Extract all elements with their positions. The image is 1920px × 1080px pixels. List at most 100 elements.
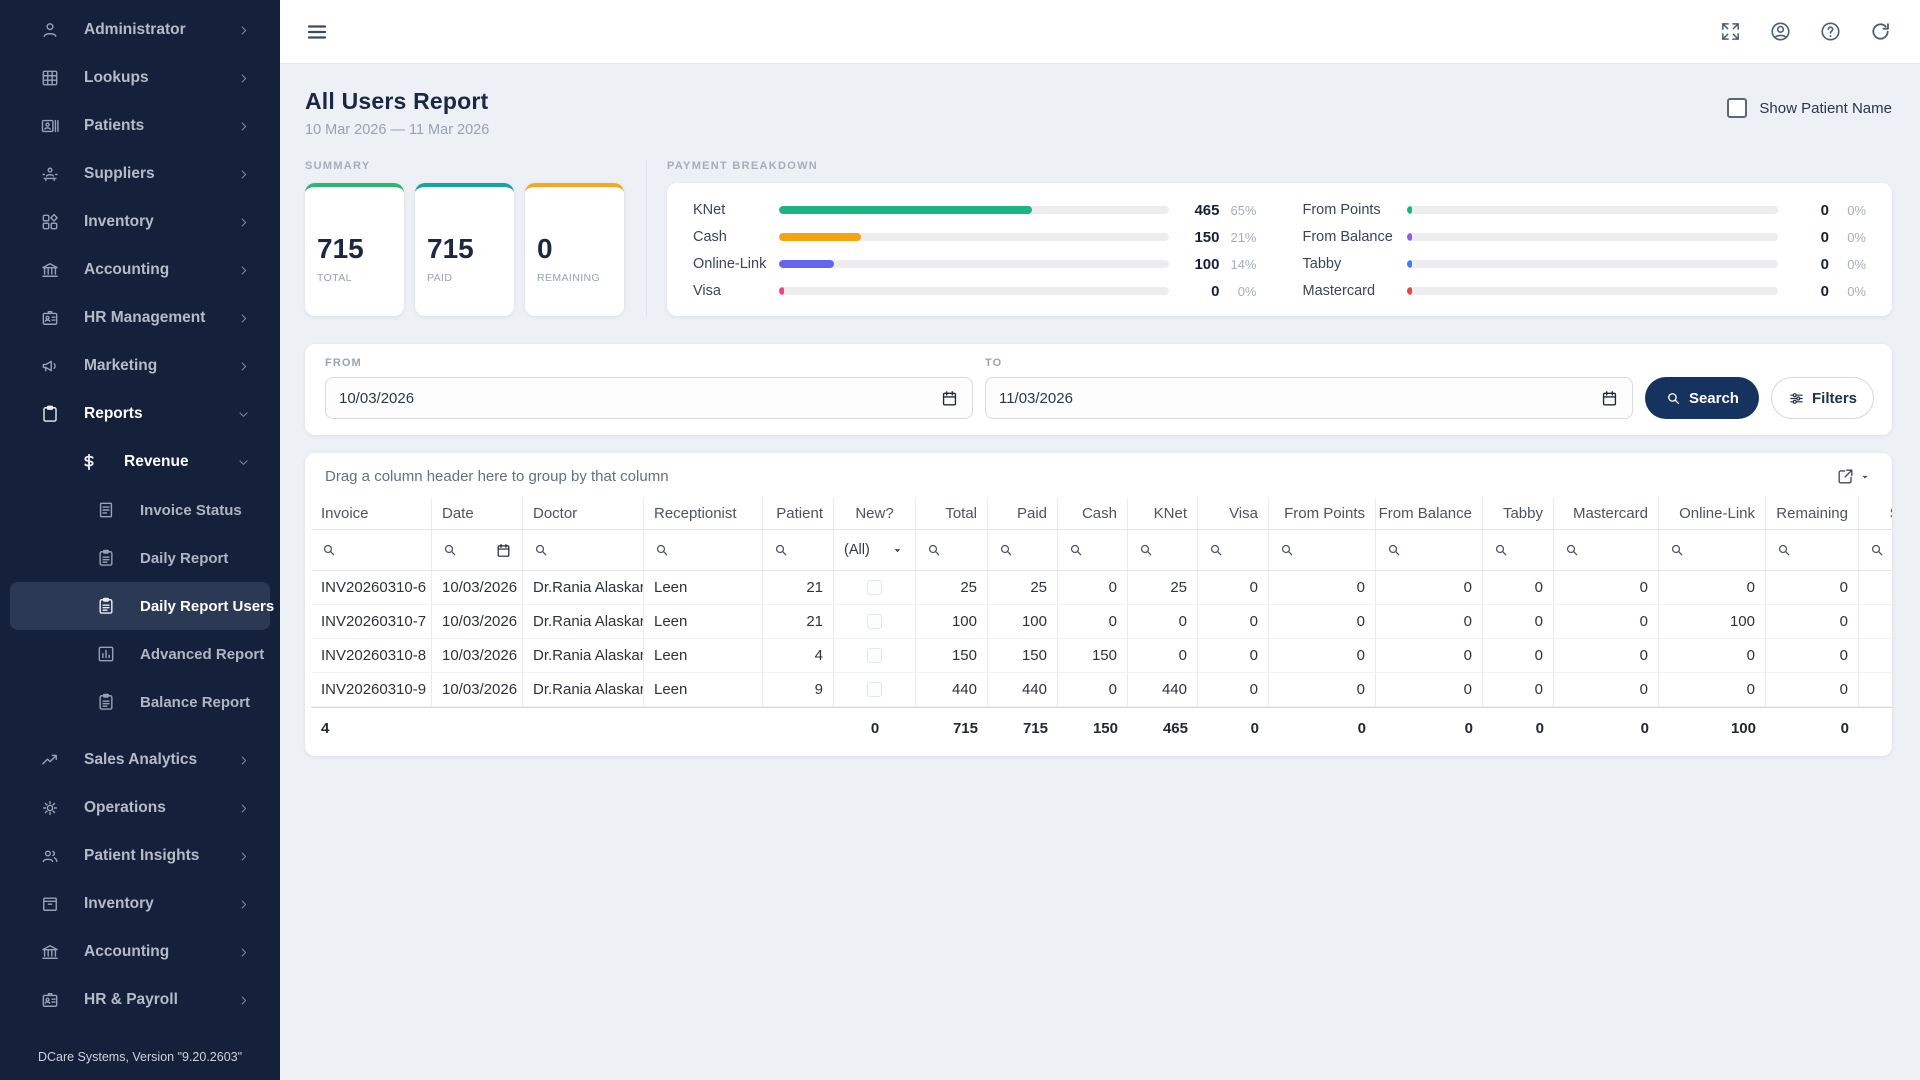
new-filter-value[interactable]: (All)	[844, 542, 870, 558]
sidebar-item-operations[interactable]: Operations	[0, 784, 280, 832]
column-header-invoice[interactable]: Invoice	[311, 498, 432, 529]
column-header-online-link[interactable]: Online-Link	[1659, 498, 1766, 529]
sidebar-item-balance-report[interactable]: Balance Report	[0, 678, 280, 726]
sidebar-item-hr-management[interactable]: HR Management	[0, 294, 280, 342]
column-header-remaining[interactable]: Remaining	[1766, 498, 1859, 529]
chevron-right-icon	[237, 264, 250, 277]
column-header-se[interactable]: Se	[1859, 498, 1892, 529]
search-icon	[1386, 542, 1402, 558]
sidebar-item-reports[interactable]: Reports	[0, 390, 280, 438]
fullscreen-button[interactable]	[1719, 20, 1742, 43]
new-checkbox[interactable]	[867, 648, 882, 663]
trend-icon	[40, 750, 60, 770]
table-row[interactable]: INV20260310-810/03/2026Dr.Rania Alaskary…	[311, 639, 1892, 673]
column-header-cash[interactable]: Cash	[1058, 498, 1128, 529]
sidebar: AdministratorLookupsPatientsSuppliersInv…	[0, 0, 280, 1080]
filter-cell-from-points[interactable]	[1269, 530, 1376, 570]
column-header-mastercard[interactable]: Mastercard	[1554, 498, 1659, 529]
sidebar-item-inventory[interactable]: Inventory	[0, 880, 280, 928]
sidebar-item-inventory[interactable]: Inventory	[0, 198, 280, 246]
search-button-label: Search	[1689, 390, 1739, 407]
hamburger-menu-button[interactable]	[305, 20, 329, 44]
payment-bar	[1407, 260, 1779, 268]
sidebar-item-daily-report-users[interactable]: Daily Report Users	[10, 582, 270, 630]
filter-cell-from-balance[interactable]	[1376, 530, 1483, 570]
new-checkbox[interactable]	[867, 580, 882, 595]
cell-online-link: 0	[1659, 673, 1766, 706]
sidebar-item-hr-payroll[interactable]: HR & Payroll	[0, 976, 280, 1024]
sidebar-item-administrator[interactable]: Administrator	[0, 6, 280, 54]
table-row[interactable]: INV20260310-710/03/2026Dr.Rania Alaskary…	[311, 605, 1892, 639]
filter-cell-total[interactable]	[916, 530, 988, 570]
filter-cell-tabby[interactable]	[1483, 530, 1554, 570]
search-icon	[1208, 542, 1224, 558]
sidebar-item-advanced-report[interactable]: Advanced Report	[0, 630, 280, 678]
show-patient-name-toggle[interactable]: Show Patient Name	[1727, 98, 1892, 118]
filter-cell-visa[interactable]	[1198, 530, 1269, 570]
new-checkbox[interactable]	[867, 614, 882, 629]
to-date-input[interactable]: 11/03/2026	[985, 377, 1633, 419]
sidebar-item-invoice-status[interactable]: Invoice Status	[0, 486, 280, 534]
sidebar-item-patient-insights[interactable]: Patient Insights	[0, 832, 280, 880]
column-header-doctor[interactable]: Doctor	[523, 498, 644, 529]
help-button[interactable]	[1819, 20, 1842, 43]
account-button[interactable]	[1769, 20, 1792, 43]
sidebar-item-label: Reports	[84, 405, 143, 423]
filters-button[interactable]: Filters	[1771, 377, 1874, 419]
sidebar-item-revenue[interactable]: Revenue	[0, 438, 280, 486]
filter-cell-invoice[interactable]	[311, 530, 432, 570]
sidebar-item-sales-analytics[interactable]: Sales Analytics	[0, 736, 280, 784]
to-label: TO	[985, 357, 1633, 369]
filter-cell-new[interactable]: (All)	[834, 530, 916, 570]
table-row[interactable]: INV20260310-610/03/2026Dr.Rania Alaskary…	[311, 571, 1892, 605]
calendar-icon[interactable]	[495, 542, 512, 559]
calendar-icon	[1600, 389, 1619, 408]
filter-cell-doctor[interactable]	[523, 530, 644, 570]
cell-from-points: 0	[1269, 571, 1376, 604]
search-button[interactable]: Search	[1645, 377, 1759, 419]
show-patient-name-checkbox[interactable]	[1727, 98, 1747, 118]
filter-cell-paid[interactable]	[988, 530, 1058, 570]
column-header-total[interactable]: Total	[916, 498, 988, 529]
column-header-tabby[interactable]: Tabby	[1483, 498, 1554, 529]
new-checkbox[interactable]	[867, 682, 882, 697]
filter-cell-remaining[interactable]	[1766, 530, 1859, 570]
column-header-from-balance[interactable]: From Balance	[1376, 498, 1483, 529]
column-header-patient[interactable]: Patient	[763, 498, 834, 529]
filter-cell-patient[interactable]	[763, 530, 834, 570]
filter-cell-se[interactable]	[1859, 530, 1892, 570]
cell-cash: 0	[1058, 605, 1128, 638]
column-header-date[interactable]: Date	[432, 498, 523, 529]
table-row[interactable]: INV20260310-910/03/2026Dr.Rania Alaskary…	[311, 673, 1892, 707]
export-button[interactable]	[1836, 467, 1872, 486]
sidebar-item-lookups[interactable]: Lookups	[0, 54, 280, 102]
column-header-visa[interactable]: Visa	[1198, 498, 1269, 529]
idcard-icon	[40, 990, 60, 1010]
sidebar-item-marketing[interactable]: Marketing	[0, 342, 280, 390]
filter-cell-online-link[interactable]	[1659, 530, 1766, 570]
sidebar-item-accounting[interactable]: Accounting	[0, 928, 280, 976]
filter-cell-date[interactable]	[432, 530, 523, 570]
filter-cell-mastercard[interactable]	[1554, 530, 1659, 570]
chevron-right-icon	[237, 898, 250, 911]
payment-breakdown-heading: PAYMENT BREAKDOWN	[667, 160, 1892, 172]
column-header-new[interactable]: New?	[834, 498, 916, 529]
cell-paid: 150	[988, 639, 1058, 672]
sidebar-item-label: Sales Analytics	[84, 751, 197, 769]
column-header-receptionist[interactable]: Receptionist	[644, 498, 763, 529]
column-header-knet[interactable]: KNet	[1128, 498, 1198, 529]
column-header-from-points[interactable]: From Points	[1269, 498, 1376, 529]
sidebar-item-patients[interactable]: Patients	[0, 102, 280, 150]
filter-cell-knet[interactable]	[1128, 530, 1198, 570]
filter-cell-receptionist[interactable]	[644, 530, 763, 570]
filter-cell-cash[interactable]	[1058, 530, 1128, 570]
from-date-input[interactable]: 10/03/2026	[325, 377, 973, 419]
sidebar-item-daily-report[interactable]: Daily Report	[0, 534, 280, 582]
sidebar-item-suppliers[interactable]: Suppliers	[0, 150, 280, 198]
sidebar-item-accounting[interactable]: Accounting	[0, 246, 280, 294]
footer-cell-patient	[763, 708, 834, 748]
summary-cards: 715TOTAL715PAID0REMAINING	[305, 183, 624, 316]
refresh-button[interactable]	[1869, 20, 1892, 43]
column-header-paid[interactable]: Paid	[988, 498, 1058, 529]
cell-from-balance: 0	[1376, 639, 1483, 672]
